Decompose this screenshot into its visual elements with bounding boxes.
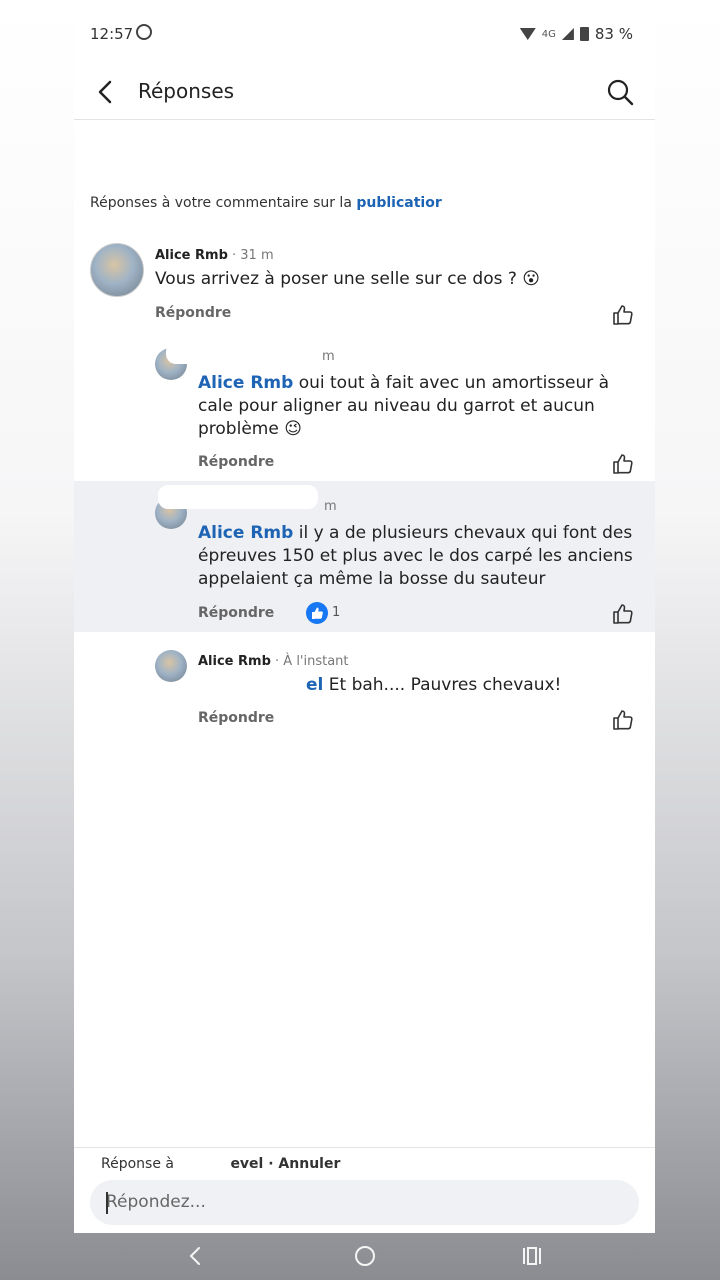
reply-input-container[interactable] — [90, 1180, 639, 1225]
status-bar: 12:57 4G 83 % — [74, 0, 655, 64]
comment-time: · 31 m — [227, 248, 274, 263]
redacted-name — [158, 485, 318, 509]
comment-author[interactable]: Alice Rmb — [198, 654, 271, 669]
search-icon[interactable] — [605, 77, 635, 107]
nav-recents-icon[interactable] — [520, 1244, 544, 1268]
signal-icon — [561, 28, 574, 40]
reply-button[interactable]: Répondre — [198, 710, 274, 726]
reaction-count: 1 — [332, 605, 341, 620]
context-line: Réponses à votre commentaire sur la publ… — [90, 195, 442, 211]
reply-composer: Réponse à evel · Annuler — [74, 1147, 655, 1233]
nav-home-icon[interactable] — [353, 1244, 377, 1268]
reply-button[interactable]: Répondre — [155, 305, 231, 321]
replying-name: evel — [230, 1156, 264, 1172]
messenger-icon — [136, 24, 152, 40]
status-icons: 4G 83 % — [519, 25, 633, 43]
reply-button[interactable]: Répondre — [198, 605, 274, 621]
nav-back-icon[interactable] — [184, 1244, 208, 1268]
network-label: 4G — [541, 28, 556, 40]
reply-comment: Alice Rmb · À l'instant el Et bah.... Pa… — [74, 648, 655, 738]
mention-link[interactable]: Alice Rmb — [198, 373, 293, 393]
thumbs-up-icon[interactable] — [611, 602, 635, 626]
system-nav-bar — [74, 1232, 655, 1280]
redacted-name — [166, 342, 316, 364]
thumbs-up-icon[interactable] — [611, 452, 635, 476]
app-screen: 12:57 4G 83 % Réponses Réponses à votre … — [74, 0, 655, 1233]
thumbs-up-icon[interactable] — [611, 303, 635, 327]
reply-comment: m Alice Rmb il y a de plusieurs chevaux … — [74, 485, 655, 626]
comment-time: m — [324, 499, 337, 514]
mention-link[interactable]: el — [306, 675, 323, 695]
like-reaction-badge[interactable] — [306, 602, 328, 624]
context-prefix: Réponses à votre commentaire sur la — [90, 195, 357, 211]
comment-main: Alice Rmb · 31 m Vous arrivez à poser un… — [74, 240, 655, 330]
comment-text: Alice Rmb oui tout à fait avec un amorti… — [198, 372, 638, 441]
reply-comment: m Alice Rmb oui tout à fait avec un amor… — [74, 342, 655, 476]
replying-prefix: Réponse à — [101, 1156, 179, 1172]
avatar[interactable] — [90, 243, 144, 297]
thumbs-up-icon[interactable] — [611, 708, 635, 732]
comment-time: m — [322, 349, 335, 364]
top-app-bar: Réponses — [74, 64, 655, 120]
wifi-icon — [519, 28, 536, 40]
reply-button[interactable]: Répondre — [198, 454, 274, 470]
comment-text: Vous arrivez à poser une selle sur ce do… — [155, 269, 541, 289]
comment-time: · À l'instant — [270, 654, 349, 669]
comment-author[interactable]: Alice Rmb — [155, 248, 228, 263]
comment-text: Alice Rmb il y a de plusieurs chevaux qu… — [198, 522, 638, 591]
replying-to-line: Réponse à evel · Annuler — [101, 1156, 340, 1172]
status-time: 12:57 — [90, 25, 134, 43]
page-title: Réponses — [138, 79, 235, 103]
cancel-reply-button[interactable]: · Annuler — [263, 1156, 340, 1172]
battery-level: 83 % — [594, 25, 633, 43]
comment-body: Et bah.... Pauvres chevaux! — [323, 675, 562, 695]
battery-icon — [579, 27, 589, 41]
publication-link[interactable]: publicatior — [356, 195, 441, 211]
avatar[interactable] — [155, 650, 187, 682]
back-icon[interactable] — [92, 78, 120, 106]
thumbs-up-icon — [312, 607, 323, 619]
text-caret — [106, 1192, 108, 1214]
mention-link[interactable]: Alice Rmb — [198, 523, 293, 543]
reply-input[interactable] — [106, 1190, 606, 1214]
comment-text: el Et bah.... Pauvres chevaux! — [198, 674, 638, 697]
